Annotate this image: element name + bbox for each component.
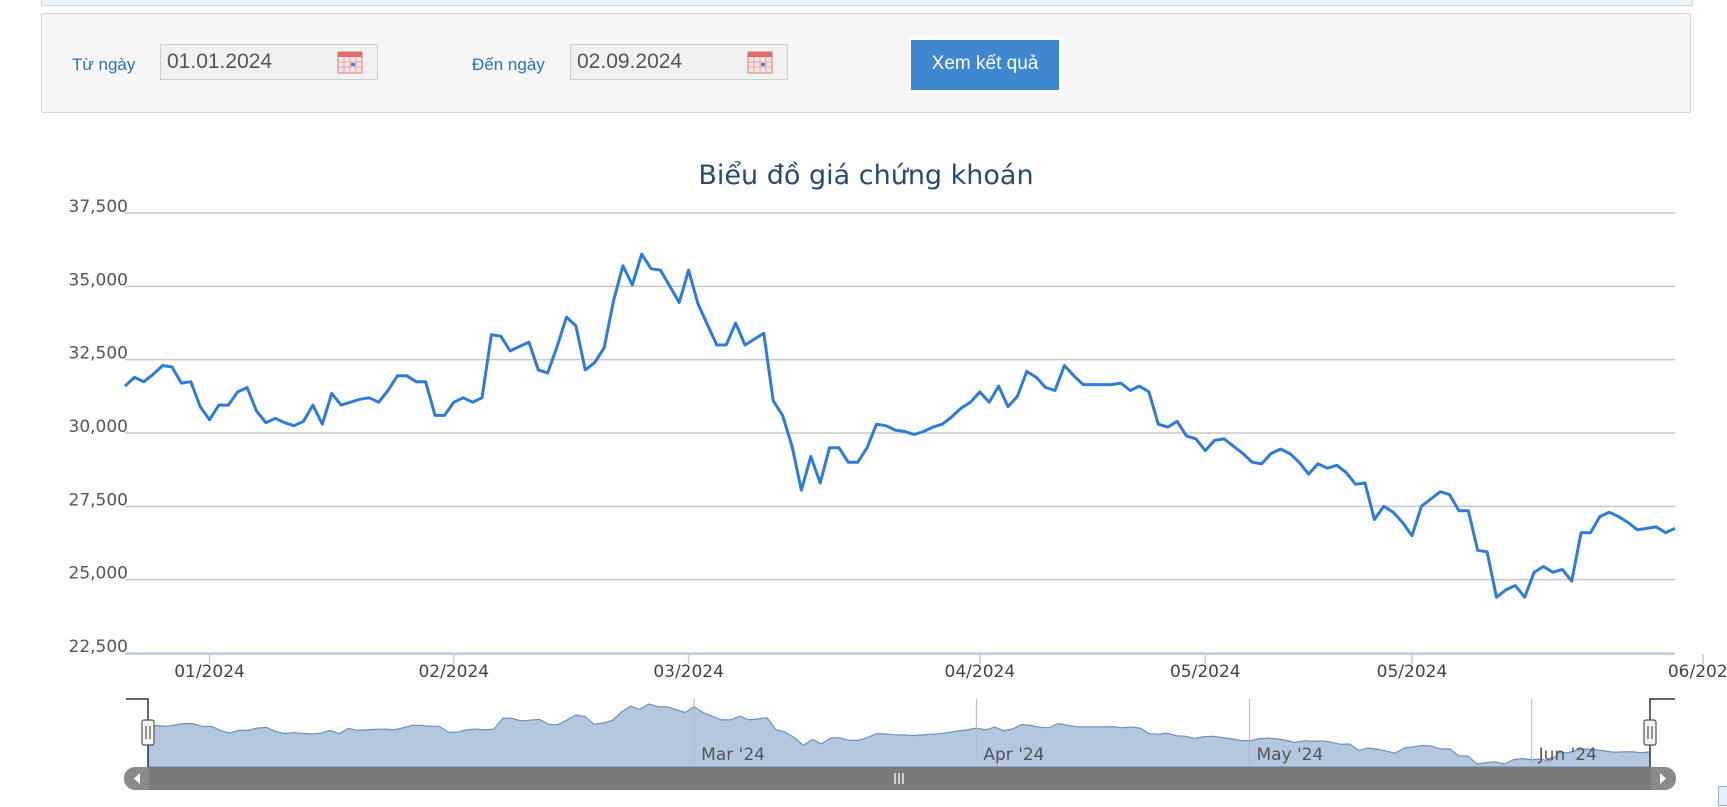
x-tick-label: 01/2024 (174, 662, 245, 682)
y-tick-label: 27,500 (69, 490, 128, 510)
corner-widget (1718, 786, 1727, 806)
grid-lines (125, 212, 1675, 654)
x-tick-label: 06/2024 (1668, 662, 1727, 682)
y-tick-label: 25,000 (69, 564, 128, 584)
x-tick-label: 03/2024 (653, 662, 724, 682)
scrollbar[interactable] (124, 767, 1676, 790)
x-tick-label: 05/2024 (1170, 662, 1241, 682)
price-chart: 22,500 25,000 27,500 30,000 32,500 35,000 37,5… (69, 197, 1727, 790)
y-tick-label: 35,000 (69, 270, 128, 290)
y-axis-ticks: 22,500 25,000 27,500 30,000 32,500 35,000 37,5… (69, 197, 128, 657)
navigator-label: Mar '24 (701, 745, 765, 765)
navigator[interactable]: Mar '24Apr '24May '24Jun '24Jul '24Aug '… (126, 698, 1727, 768)
navigator-label: May '24 (1256, 745, 1323, 765)
x-axis: 01/2024 02/2024 03/2024 04/2024 05/2024 05/20… (125, 653, 1727, 682)
navigator-right-handle[interactable] (1643, 719, 1657, 746)
y-tick-label: 32,500 (69, 344, 128, 364)
price-series-line (123, 252, 1676, 599)
y-tick-label: 22,500 (69, 637, 128, 657)
navigator-label: Jun '24 (1538, 745, 1597, 765)
y-tick-label: 30,000 (69, 417, 128, 437)
scrollbar-thumb[interactable] (149, 767, 1651, 790)
navigator-left-handle[interactable] (141, 719, 155, 746)
navigator-area (147, 703, 1651, 768)
x-tick-label: 04/2024 (945, 662, 1016, 682)
x-tick-label: 05/2024 (1377, 662, 1448, 682)
x-tick-label: 02/2024 (418, 662, 489, 682)
y-tick-label: 37,500 (69, 197, 128, 217)
navigator-label: Apr '24 (983, 745, 1044, 765)
